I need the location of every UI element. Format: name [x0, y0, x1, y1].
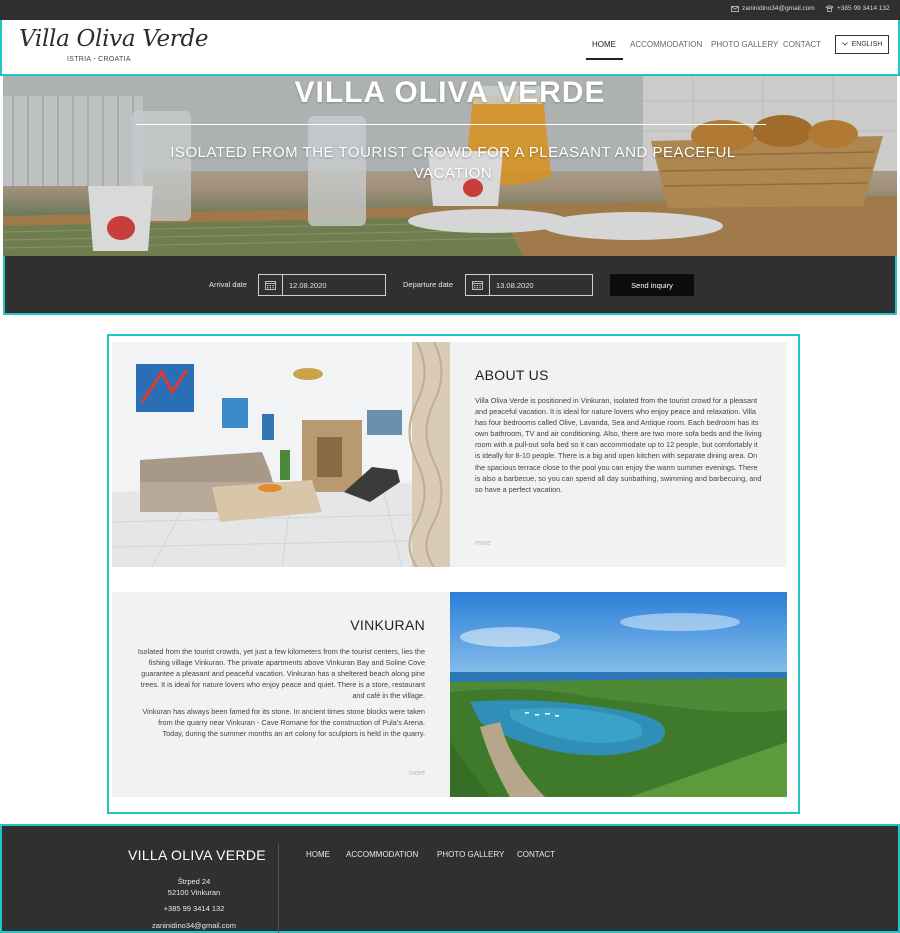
- site-header: Villa Oliva Verde ISTRIA - CROATIA HOME …: [0, 20, 900, 76]
- footer-phone[interactable]: +385 99 3414 132: [124, 904, 264, 913]
- chevron-down-icon: [841, 41, 848, 48]
- about-us-title: ABOUT US: [475, 367, 549, 383]
- vinkuran-more-link[interactable]: more: [409, 770, 425, 777]
- vinkuran-panel: VINKURAN Isolated from the tourist crowd…: [112, 592, 450, 797]
- departure-date-field[interactable]: 13.08.2020: [465, 274, 593, 296]
- hero-divider: [136, 124, 766, 125]
- calendar-icon[interactable]: [259, 275, 283, 295]
- envelope-icon: [731, 5, 739, 12]
- footer-email[interactable]: zaninidino34@gmail.com: [124, 921, 264, 930]
- arrival-date-label: Arrival date: [209, 280, 247, 289]
- hero-subtitle: ISOLATED FROM THE TOURIST CROWD FOR A PL…: [170, 144, 736, 182]
- nav-photo-gallery[interactable]: PHOTO GALLERY: [711, 40, 778, 49]
- topbar-phone-text: +385 99 3414 132: [837, 5, 890, 12]
- living-room-photo: [112, 342, 450, 567]
- language-label: ENGLISH: [851, 41, 883, 48]
- vinkuran-body: Isolated from the tourist crowds, yet ju…: [137, 646, 425, 739]
- vinkuran-title: VINKURAN: [350, 617, 425, 633]
- footer-city: 52100 Vinkuran: [167, 888, 221, 897]
- departure-date-value[interactable]: 13.08.2020: [490, 275, 534, 295]
- vinkuran-paragraph-1: Isolated from the tourist crowds, yet ju…: [137, 647, 425, 700]
- active-nav-indicator: [586, 58, 623, 60]
- about-us-panel: ABOUT US Villa Oliva Verde is positioned…: [450, 342, 787, 567]
- top-contact-bar: zaninidino34@gmail.com +385 99 3414 132: [0, 0, 900, 20]
- nav-contact[interactable]: CONTACT: [783, 40, 821, 49]
- site-logo[interactable]: Villa Oliva Verde: [19, 26, 209, 52]
- topbar-email[interactable]: zaninidino34@gmail.com: [731, 5, 815, 12]
- logo-subtitle: ISTRIA - CROATIA: [67, 56, 131, 63]
- about-us-body: Villa Oliva Verde is positioned in Vinku…: [475, 396, 762, 494]
- footer-divider: [278, 844, 279, 933]
- send-inquiry-button[interactable]: Send inquiry: [610, 274, 694, 296]
- footer-street: Štrped 24: [177, 877, 211, 886]
- calendar-icon[interactable]: [466, 275, 490, 295]
- phone-icon: [825, 5, 834, 12]
- hero-title: VILLA OLIVA VERDE: [294, 76, 606, 109]
- topbar-email-text: zaninidino34@gmail.com: [742, 5, 815, 12]
- language-selector[interactable]: ENGLISH: [835, 35, 889, 54]
- footer-title: VILLA OLIVA VERDE: [128, 847, 266, 863]
- arrival-date-field[interactable]: 12.08.2020: [258, 274, 386, 296]
- vinkuran-paragraph-2: Vinkuran has always been famed for its s…: [142, 707, 425, 738]
- footer-nav-accommodation[interactable]: ACCOMMODATION: [346, 850, 418, 859]
- topbar-phone[interactable]: +385 99 3414 132: [825, 5, 890, 12]
- footer-nav-photo-gallery[interactable]: PHOTO GALLERY: [437, 850, 504, 859]
- hero-banner: VILLA OLIVA VERDE ISOLATED FROM THE TOUR…: [3, 76, 897, 256]
- about-more-link[interactable]: more: [475, 540, 491, 547]
- vinkuran-bay-photo: [450, 592, 787, 797]
- footer-nav-contact[interactable]: CONTACT: [517, 850, 555, 859]
- booking-bar: Arrival date 12.08.2020 Departure date 1…: [3, 256, 897, 315]
- nav-home[interactable]: HOME: [592, 40, 616, 49]
- footer-nav-home[interactable]: HOME: [306, 850, 330, 859]
- site-footer: VILLA OLIVA VERDE Štrped 24 52100 Vinkur…: [0, 824, 900, 933]
- arrival-date-value[interactable]: 12.08.2020: [283, 275, 327, 295]
- departure-date-label: Departure date: [403, 280, 454, 289]
- nav-accommodation[interactable]: ACCOMMODATION: [630, 40, 702, 49]
